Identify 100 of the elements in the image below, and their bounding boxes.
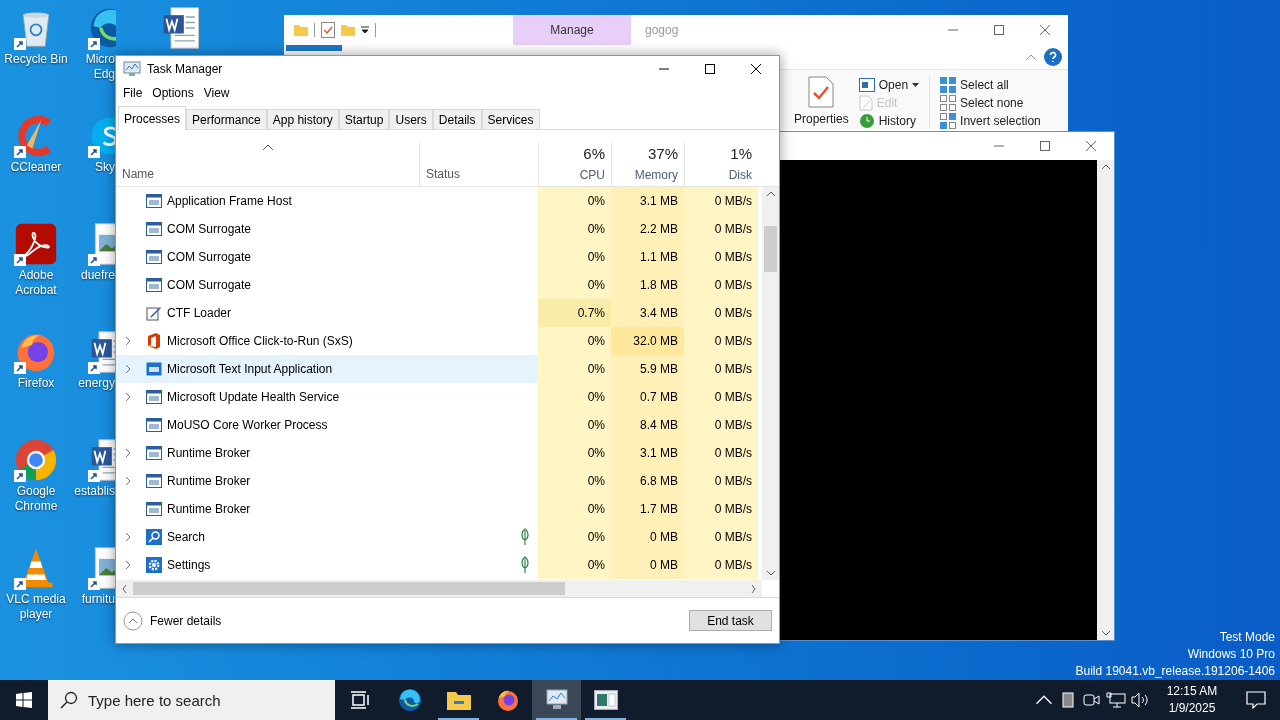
scroll-thumb[interactable] — [764, 226, 777, 272]
shortcut-arrow-icon — [14, 38, 26, 50]
disk-cell: 0 MB/s — [684, 243, 758, 271]
process-row[interactable]: Runtime Broker 0% 6.8 MB 0 MB/s — [116, 467, 758, 495]
expand-chevron-icon[interactable] — [125, 392, 131, 402]
maximize-icon — [994, 25, 1004, 35]
monitor-chart-icon — [123, 61, 141, 77]
process-row[interactable]: COM Surrogate 0% 1.1 MB 0 MB/s — [116, 243, 758, 271]
expand-chevron-icon[interactable] — [125, 532, 131, 542]
process-row[interactable]: COM Surrogate 0% 2.2 MB 0 MB/s — [116, 215, 758, 243]
window-icon — [145, 194, 162, 208]
tab[interactable]: Performance — [186, 109, 267, 129]
search-field[interactable]: Type here to search — [48, 680, 335, 720]
process-row[interactable]: Search 0% 0 MB 0 MB/s — [116, 523, 758, 551]
desktop-shortcut[interactable] — [88, 6, 116, 50]
ribbon-button[interactable]: Open — [856, 76, 922, 94]
column-header[interactable]: Name — [116, 142, 419, 186]
expand-chevron-icon[interactable] — [125, 476, 131, 486]
column-header[interactable]: 6% CPU — [538, 142, 611, 186]
scroll-down-icon[interactable] — [1101, 631, 1110, 636]
menu-item[interactable]: Options — [147, 84, 199, 102]
acrobat-icon — [14, 222, 58, 266]
process-row[interactable]: Settings 0% 0 MB 0 MB/s — [116, 551, 758, 579]
process-name: CTF Loader — [167, 305, 232, 322]
expand-chevron-icon[interactable] — [125, 364, 131, 374]
end-task-button[interactable]: End task — [689, 610, 772, 631]
folder-icon — [341, 23, 355, 37]
disk-cell: 0 MB/s — [684, 467, 758, 495]
window-title: Task Manager — [147, 61, 223, 78]
column-header[interactable]: 1% Disk — [684, 142, 758, 186]
pen-icon — [145, 305, 162, 321]
process-name: Settings — [167, 557, 211, 574]
tab[interactable]: Users — [389, 109, 433, 129]
expand-chevron-icon[interactable] — [125, 560, 131, 570]
process-row[interactable]: Runtime Broker 0% 1.7 MB 0 MB/s — [116, 495, 758, 523]
scroll-up-icon[interactable] — [766, 191, 775, 196]
shortcut-arrow-icon — [88, 578, 100, 590]
properties-button[interactable]: Properties — [794, 76, 849, 129]
collapse-ribbon-icon[interactable] — [1026, 54, 1036, 60]
tab[interactable]: Details — [432, 109, 482, 129]
manage-tab[interactable]: Manage — [513, 15, 631, 45]
help-icon[interactable] — [1044, 48, 1062, 66]
settings-icon — [145, 557, 162, 573]
window-icon — [145, 474, 162, 488]
vertical-scrollbar[interactable] — [1097, 160, 1114, 640]
scroll-down-icon[interactable] — [766, 571, 775, 576]
fewer-details-button[interactable]: Fewer details — [123, 610, 222, 631]
ribbon-button[interactable]: Select none — [938, 94, 1043, 112]
edition-text: Test Mode — [1219, 629, 1275, 646]
process-row[interactable]: Application Frame Host 0% 3.1 MB 0 MB/s — [116, 187, 758, 215]
tab[interactable]: Services — [481, 109, 540, 129]
window-icon — [145, 418, 162, 432]
shortcut-arrow-icon — [14, 254, 26, 266]
shortcut-arrow-icon — [14, 470, 26, 482]
column-label: Name — [122, 166, 154, 183]
search-icon — [145, 529, 162, 545]
network-icon[interactable] — [1104, 692, 1128, 708]
ribbon-button[interactable]: Select all — [938, 76, 1043, 94]
process-row[interactable]: MoUSO Core Worker Process 0% 8.4 MB 0 MB/s — [116, 411, 758, 439]
cpu-cell: 0% — [538, 495, 611, 523]
scroll-thumb[interactable] — [133, 582, 565, 595]
process-row[interactable]: Microsoft Office Click-to-Run (SxS) 0% 32.0 MB 0 MB/s — [116, 327, 758, 355]
process-row[interactable]: Microsoft Update Health Service 0% 0.7 MB 0 MB/s — [116, 383, 758, 411]
window-icon — [858, 78, 875, 92]
process-row[interactable]: COM Surrogate 0% 1.8 MB 0 MB/s — [116, 271, 758, 299]
expand-chevron-icon[interactable] — [125, 336, 131, 346]
cpu-cell: 0% — [538, 215, 611, 243]
scroll-up-icon[interactable] — [1101, 164, 1110, 169]
desktop-icon-label: player — [19, 607, 53, 622]
document-check-icon — [808, 76, 835, 108]
taskbar-app[interactable] — [532, 680, 581, 720]
memory-cell: 0.7 MB — [611, 383, 684, 411]
process-row[interactable]: Runtime Broker 0% 3.1 MB 0 MB/s — [116, 439, 758, 467]
expand-chevron-icon[interactable] — [125, 448, 131, 458]
column-total: 6% — [583, 144, 605, 164]
ribbon-button[interactable]: History — [856, 112, 922, 130]
window-icon — [145, 390, 162, 404]
tab[interactable]: Processes — [118, 106, 187, 130]
window-icon — [145, 278, 162, 292]
clock[interactable]: 12:15 AM 1/9/2025 — [1152, 683, 1232, 717]
desktop-shortcut[interactable] — [14, 438, 58, 482]
close-icon — [1086, 141, 1096, 151]
vertical-scrollbar[interactable] — [762, 187, 779, 580]
ribbon-button[interactable]: Invert selection — [938, 112, 1043, 130]
menu-item[interactable]: File — [118, 84, 148, 102]
chrome-icon — [14, 438, 58, 482]
column-header[interactable]: 37% Memory — [611, 142, 684, 186]
tab[interactable]: App history — [266, 109, 339, 129]
memory-cell: 8.4 MB — [611, 411, 684, 439]
column-header[interactable]: Status — [419, 142, 538, 186]
shortcut-arrow-icon — [14, 362, 26, 374]
desktop-shortcut[interactable] — [14, 222, 58, 266]
shortcut-arrow-icon — [88, 38, 100, 50]
horizontal-scrollbar[interactable] — [116, 580, 762, 597]
menu-item[interactable]: View — [198, 84, 235, 102]
disk-cell: 0 MB/s — [684, 551, 758, 579]
tab[interactable]: Startup — [338, 109, 390, 129]
cpu-cell: 0% — [538, 243, 611, 271]
disk-cell: 0 MB/s — [684, 355, 758, 383]
process-row[interactable]: CTF Loader 0.7% 3.4 MB 0 MB/s — [116, 299, 758, 327]
